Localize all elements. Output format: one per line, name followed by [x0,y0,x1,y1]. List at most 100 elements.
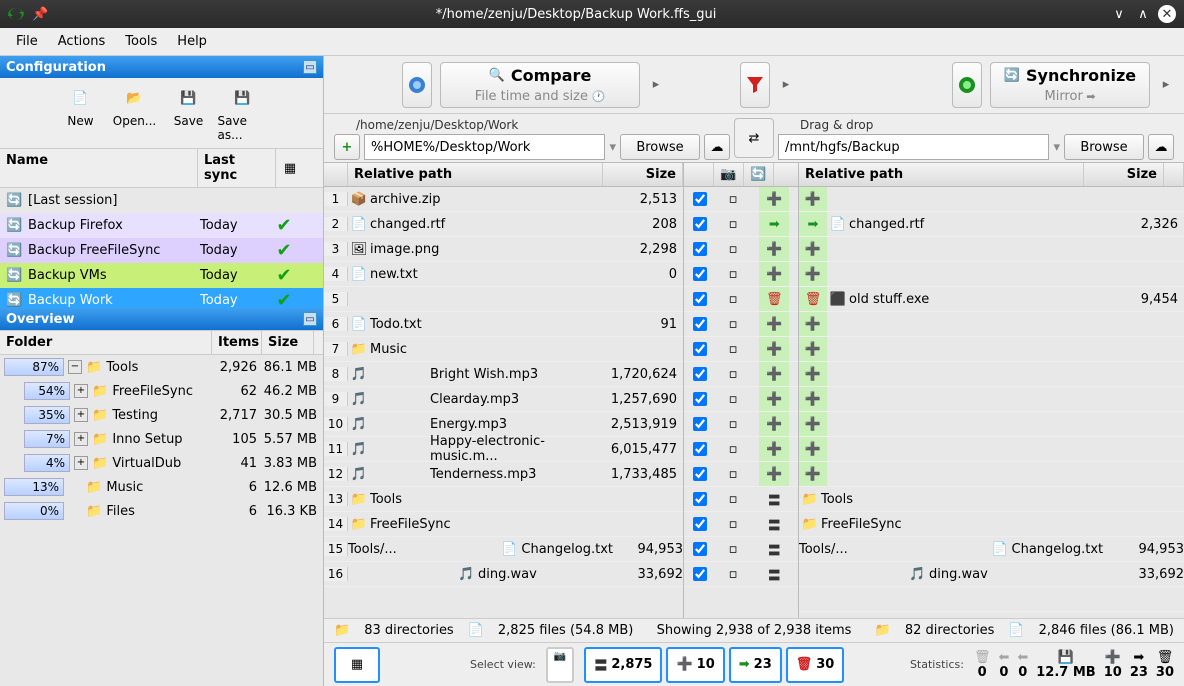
grid-row[interactable]: 🎵ding.wav33,692 [799,562,1184,587]
grid-row[interactable]: ➕ [799,262,1184,287]
row-checkbox[interactable] [693,217,707,231]
grid-row[interactable]: ➡📄changed.rtf2,326 [799,212,1184,237]
config-row[interactable]: 🔄Backup FirefoxToday✔ [0,213,323,238]
synchronize-button[interactable]: 🔄Synchronize Mirror ➡ [990,62,1150,108]
sync-settings-button[interactable] [952,62,982,108]
view-mode-button[interactable]: ▦ [334,647,380,683]
overview-row[interactable]: 35%+📁 Testing2,71730.5 MB [0,403,323,427]
grid-row[interactable]: ➕ [799,462,1184,487]
col-size[interactable]: Size [262,331,314,354]
compare-settings-button[interactable] [402,62,432,108]
grid-row[interactable]: 15Tools/...📄Changelog.txt94,953 [324,537,683,562]
row-checkbox[interactable] [693,542,707,556]
config-row[interactable]: 🔄Backup FreeFileSyncToday✔ [0,238,323,263]
grid-row[interactable]: ➕ [799,437,1184,462]
action-row[interactable]: ▫➕ [684,337,798,362]
view-filter-button[interactable]: 〓2,875 [584,647,662,683]
action-row[interactable]: ▫➕ [684,187,798,212]
grid-row[interactable]: 📁FreeFileSync [799,512,1184,537]
saveas-button[interactable]: 💾Save as... [218,84,268,142]
overview-row[interactable]: 13%📁 Music612.6 MB [0,475,323,499]
grid-row[interactable]: 11🎵Happy-electronic-music.m...6,015,477 [324,437,683,462]
close-button[interactable]: ✕ [1158,5,1176,23]
row-checkbox[interactable] [693,292,707,306]
grid-row[interactable]: 8🎵Bright Wish.mp31,720,624 [324,362,683,387]
browse-left-button[interactable]: Browse [620,134,700,160]
action-row[interactable]: ▫➕ [684,262,798,287]
sync-menu-arrow[interactable]: ▸ [1158,62,1174,108]
maximize-button[interactable]: ∧ [1134,5,1152,23]
row-checkbox[interactable] [693,242,707,256]
row-checkbox[interactable] [693,492,707,506]
col-relpath[interactable]: Relative path [348,163,603,186]
overview-row[interactable]: 87%−📁 Tools2,92686.1 MB [0,355,323,379]
action-row[interactable]: ▫🗑 [684,287,798,312]
config-row[interactable]: 🔄Backup VMsToday✔ [0,263,323,288]
save-button[interactable]: 💾Save [164,84,214,142]
grid-row[interactable]: 9🎵Clearday.mp31,257,690 [324,387,683,412]
col-items[interactable]: Items [212,331,262,354]
row-checkbox[interactable] [693,317,707,331]
view-filter-button[interactable]: ➕10 [666,647,724,683]
action-row[interactable]: ▫〓 [684,487,798,512]
grid-row[interactable]: 16🎵ding.wav33,692 [324,562,683,587]
overview-row[interactable]: 4%+📁 VirtualDub413.83 MB [0,451,323,475]
col-folder[interactable]: Folder [0,331,212,354]
grid-row[interactable]: 6📄Todo.txt91 [324,312,683,337]
row-checkbox[interactable] [693,517,707,531]
new-button[interactable]: 📄New [56,84,106,142]
menu-actions[interactable]: Actions [48,30,116,53]
row-checkbox[interactable] [693,417,707,431]
menu-tools[interactable]: Tools [115,30,167,53]
grid-row[interactable]: 1📦archive.zip2,513 [324,187,683,212]
grid-row[interactable]: ➕ [799,337,1184,362]
open-button[interactable]: 📂Open... [110,84,160,142]
action-row[interactable]: ▫➕ [684,462,798,487]
config-close-icon[interactable]: ▭ [303,60,317,74]
grid-row[interactable]: 🗑⬛old stuff.exe9,454 [799,287,1184,312]
col-size[interactable]: Size [603,163,683,186]
overview-row[interactable]: 0%📁 Files616.3 KB [0,499,323,523]
row-checkbox[interactable] [693,467,707,481]
view-filter-button[interactable]: 🗑30 [786,647,845,683]
row-checkbox[interactable] [693,567,707,581]
col-options-icon[interactable]: ▦ [276,149,304,187]
action-row[interactable]: ▫〓 [684,512,798,537]
action-row[interactable]: ▫➡ [684,212,798,237]
grid-row[interactable]: ➕ [799,187,1184,212]
grid-row[interactable]: ➕ [799,387,1184,412]
action-row[interactable]: ▫➕ [684,412,798,437]
action-row[interactable]: ▫〓 [684,537,798,562]
row-checkbox[interactable] [693,342,707,356]
add-pair-button[interactable]: + [334,134,360,160]
pin-icon[interactable]: 📌 [32,7,48,22]
col-name[interactable]: Name [0,149,198,187]
row-checkbox[interactable] [693,192,707,206]
path-right-input[interactable] [778,134,1049,160]
grid-row[interactable]: ➕ [799,412,1184,437]
filter-button[interactable] [740,62,770,108]
grid-row[interactable]: 13📁Tools [324,487,683,512]
cloud-left-button[interactable]: ☁ [704,134,730,160]
col-lastsync[interactable]: Last sync [198,149,276,187]
col-relpath[interactable]: Relative path [799,163,1084,186]
path-left-input[interactable] [364,134,605,160]
compare-menu-arrow[interactable]: ▸ [648,62,664,108]
swap-button[interactable]: ⇄ [734,118,774,158]
view-filter-button[interactable]: ➡23 [729,647,782,683]
compare-button[interactable]: 🔍Compare File time and size 🕐 [440,62,640,108]
grid-row[interactable]: 3🖼image.png2,298 [324,237,683,262]
action-row[interactable]: ▫➕ [684,437,798,462]
action-row[interactable]: ▫➕ [684,237,798,262]
overview-row[interactable]: 7%+📁 Inno Setup1055.57 MB [0,427,323,451]
grid-row[interactable]: ➕ [799,312,1184,337]
minimize-button[interactable]: ∨ [1110,5,1128,23]
cloud-right-button[interactable]: ☁ [1148,134,1174,160]
grid-row[interactable]: 12🎵Tenderness.mp31,733,485 [324,462,683,487]
grid-row[interactable]: 📁Tools [799,487,1184,512]
col-size[interactable]: Size [1084,163,1164,186]
grid-row[interactable]: ➕ [799,237,1184,262]
grid-row[interactable]: 2📄changed.rtf208 [324,212,683,237]
dropdown-icon[interactable]: ▾ [1053,140,1060,155]
action-row[interactable]: ▫➕ [684,312,798,337]
